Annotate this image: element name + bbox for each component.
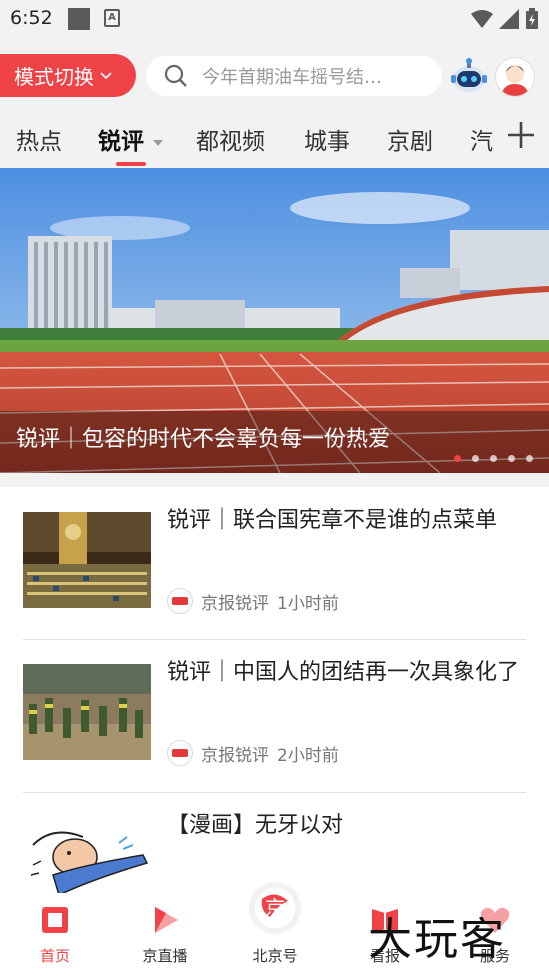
user-avatar[interactable]	[495, 57, 535, 97]
news-thumbnail	[23, 512, 151, 608]
source-logo-icon	[167, 740, 193, 766]
source-logo-icon	[167, 588, 193, 614]
news-source: 京报锐评	[201, 593, 269, 614]
tab-opera[interactable]: 京剧	[387, 122, 433, 156]
status-time: 6:52	[10, 7, 53, 29]
list-divider	[23, 639, 526, 640]
tab-commentary-label: 锐评	[98, 129, 144, 155]
news-time: 1小时前	[277, 593, 339, 614]
carousel-indicator	[454, 455, 533, 462]
top-banner-carousel[interactable]: 锐评｜包容的时代不会辜负每一份热爱	[0, 168, 549, 473]
un-assembly-image	[23, 512, 151, 608]
banner-title[interactable]: 锐评｜包容的时代不会辜负每一份热爱	[16, 421, 390, 453]
user-icon	[501, 65, 529, 96]
add-channel-icon[interactable]	[504, 118, 538, 152]
carousel-dot	[454, 455, 461, 462]
mode-switch-button[interactable]: 模式切换	[0, 54, 136, 97]
news-thumbnail	[23, 664, 151, 760]
search-bar[interactable]: 今年首期油车摇号结…	[146, 56, 442, 96]
search-placeholder: 今年首期油车摇号结…	[202, 67, 382, 88]
app-header: 模式切换 今年首期油车摇号结… 热点 锐评 都视频 城事 京剧 汽	[0, 38, 549, 168]
channel-tabs: 热点 锐评 都视频 城事 京剧 汽	[0, 110, 549, 168]
nav-beijing-account[interactable]: 京 北京号	[220, 882, 330, 977]
news-title: 锐评｜中国人的团结再一次具象化了	[167, 660, 520, 685]
news-title: 【漫画】无牙以对	[167, 813, 344, 838]
robot-assistant-icon[interactable]	[449, 57, 489, 97]
status-bar: 6:52 A	[0, 0, 549, 38]
signal-icon	[499, 9, 519, 29]
nav-live-label: 京直播	[142, 947, 188, 965]
nav-home[interactable]: 首页	[0, 893, 110, 977]
search-icon	[164, 64, 187, 87]
wifi-icon	[471, 10, 493, 28]
tab-hot[interactable]: 热点	[16, 122, 62, 156]
caret-down-icon	[153, 139, 164, 146]
carousel-dot	[508, 455, 515, 462]
carousel-dot	[472, 455, 479, 462]
chevron-down-icon	[100, 71, 112, 79]
list-divider	[23, 792, 526, 793]
flood-rescue-image	[23, 664, 151, 760]
news-meta: 京报锐评 1小时前	[167, 588, 339, 614]
status-icons	[471, 7, 539, 31]
news-title: 锐评｜联合国宪章不是谁的点菜单	[167, 508, 498, 533]
nav-live[interactable]: 京直播	[110, 893, 220, 977]
carousel-dot	[490, 455, 497, 462]
notification-icon	[68, 8, 90, 30]
play-icon	[155, 907, 178, 933]
active-tab-indicator	[116, 162, 146, 166]
watermark-text: 大玩客	[368, 914, 506, 965]
beijing-hao-icon: 京	[249, 882, 301, 934]
carousel-dot	[526, 455, 533, 462]
tab-auto[interactable]: 汽	[470, 122, 493, 156]
nav-home-label: 首页	[39, 947, 70, 965]
svg-text:京: 京	[265, 896, 285, 920]
battery-icon	[526, 8, 538, 29]
sim-icon: A	[104, 9, 120, 27]
news-time: 2小时前	[277, 745, 339, 766]
nav-beijing-account-label: 北京号	[252, 947, 298, 965]
section-gap	[0, 473, 549, 487]
tab-video[interactable]: 都视频	[196, 122, 265, 156]
mode-switch-label: 模式切换	[14, 65, 94, 89]
tab-city[interactable]: 城事	[304, 122, 350, 156]
tab-commentary[interactable]: 锐评	[98, 122, 164, 156]
news-source: 京报锐评	[201, 745, 269, 766]
news-meta: 京报锐评 2小时前	[167, 740, 339, 766]
home-icon	[42, 907, 68, 933]
